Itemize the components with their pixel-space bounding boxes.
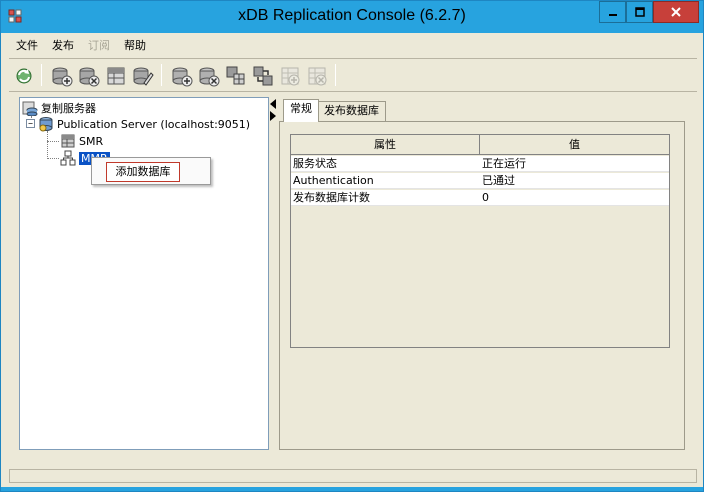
property-value: 正在运行 (482, 157, 526, 170)
context-menu-add-database[interactable]: 添加数据库 (106, 162, 180, 182)
tree-line (47, 141, 59, 142)
tab-bar: 常规 发布数据库 (279, 97, 685, 122)
table-button[interactable] (103, 63, 129, 89)
publication-server-icon (39, 117, 53, 132)
refresh-button[interactable] (11, 63, 37, 89)
tree-server-label: Publication Server (localhost:9051) (57, 117, 251, 131)
menu-publish[interactable]: 发布 (45, 36, 81, 56)
snapshot-icon (226, 66, 245, 85)
toolbar (9, 60, 697, 90)
toolbar-separator (161, 64, 162, 86)
property-name: Authentication (293, 174, 374, 187)
minimize-button[interactable] (599, 1, 626, 23)
title-bar[interactable]: xDB Replication Console (6.2.7) (1, 1, 703, 33)
menu-file[interactable]: 文件 (9, 36, 45, 56)
window-title: xDB Replication Console (6.2.7) (238, 7, 466, 24)
menu-divider (9, 58, 697, 59)
column-header-value[interactable]: 值 (480, 135, 669, 155)
remove-subscription-button[interactable] (304, 63, 330, 89)
menu-subscribe[interactable]: 订阅 (81, 36, 117, 56)
edit-database-button[interactable] (130, 63, 156, 89)
tree-root[interactable]: 复制服务器 (22, 100, 96, 116)
sync-button[interactable] (250, 63, 276, 89)
minimize-icon (608, 14, 617, 16)
refresh-icon (16, 68, 32, 84)
add-database-button[interactable] (49, 63, 75, 89)
panel-splitter[interactable] (269, 97, 277, 450)
toolbar-separator (41, 64, 42, 86)
tab-content: 属性 值 服务状态 正在运行 Authentication 已通过 发布数据库计… (279, 121, 685, 450)
tree-line (47, 131, 48, 159)
toolbar-separator (335, 64, 336, 86)
collapse-right-arrow-icon[interactable] (270, 111, 276, 121)
tree-smr-label: SMR (79, 134, 104, 148)
tab-general[interactable]: 常规 (283, 99, 319, 122)
close-button[interactable] (653, 1, 699, 23)
details-panel: 常规 发布数据库 属性 值 服务状态 正在运行 Authentication 已… (279, 97, 685, 450)
tree-line (47, 158, 59, 159)
remove-server-icon (199, 67, 220, 87)
maximize-button[interactable] (626, 1, 653, 23)
add-server-icon (172, 67, 193, 87)
property-value: 已通过 (482, 174, 515, 187)
menu-help[interactable]: 帮助 (117, 36, 153, 56)
remove-database-icon (79, 67, 100, 87)
server-tree-panel[interactable]: 复制服务器 − Publication Server (localhost:90… (19, 97, 269, 450)
add-server-button[interactable] (169, 63, 195, 89)
table-icon (107, 67, 125, 85)
tree-server-node[interactable]: Publication Server (localhost:9051) (38, 116, 250, 132)
add-subscription-icon (281, 67, 300, 86)
table-row[interactable]: Authentication 已通过 (291, 173, 669, 189)
property-name: 服务状态 (293, 157, 337, 170)
snapshot-button[interactable] (223, 63, 249, 89)
status-bar (9, 469, 697, 483)
context-menu: 添加数据库 (91, 157, 211, 185)
tree-root-label: 复制服务器 (41, 102, 96, 115)
column-header-property[interactable]: 属性 (291, 135, 480, 155)
toolbar-divider (9, 91, 697, 92)
tab-publication-databases[interactable]: 发布数据库 (317, 101, 386, 121)
tree-smr-node[interactable]: SMR (60, 133, 103, 149)
properties-table: 属性 值 服务状态 正在运行 Authentication 已通过 发布数据库计… (290, 134, 670, 348)
edit-database-icon (133, 67, 154, 86)
add-database-icon (52, 67, 73, 87)
property-value: 0 (482, 191, 489, 204)
menu-bar: 文件 发布 订阅 帮助 (9, 35, 697, 57)
database-table-icon (61, 134, 75, 148)
table-row[interactable]: 发布数据库计数 0 (291, 190, 669, 206)
window-border-bottom (1, 487, 703, 491)
property-name: 发布数据库计数 (293, 191, 370, 204)
replication-server-icon (22, 101, 38, 116)
collapse-left-arrow-icon[interactable] (270, 99, 276, 109)
table-row[interactable]: 服务状态 正在运行 (291, 156, 669, 172)
sync-icon (253, 66, 273, 86)
close-icon (671, 7, 681, 17)
mmr-node-icon (60, 150, 76, 166)
tree-collapse-toggle[interactable]: − (26, 119, 35, 128)
remove-database-button[interactable] (76, 63, 102, 89)
add-subscription-button[interactable] (277, 63, 303, 89)
remove-server-button[interactable] (196, 63, 222, 89)
maximize-icon (634, 7, 645, 17)
app-window: xDB Replication Console (6.2.7) 文件 发布 订阅… (0, 0, 704, 492)
remove-subscription-icon (308, 67, 327, 86)
